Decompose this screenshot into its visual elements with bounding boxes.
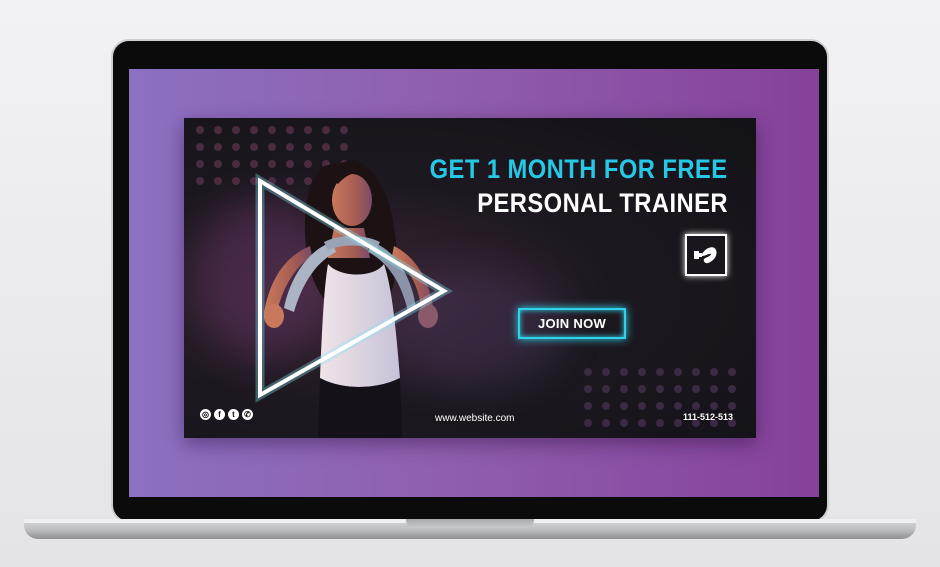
headline-service: PERSONAL TRAINER xyxy=(477,188,728,218)
gym-logo xyxy=(685,234,727,276)
social-links: ◎ f t ✆ xyxy=(200,409,253,420)
neon-triangle xyxy=(255,173,453,403)
headline-offer: GET 1 MONTH FOR FREE xyxy=(430,154,728,184)
promo-banner: GET 1 MONTH FOR FREE PERSONAL TRAINER JO… xyxy=(184,118,756,438)
whatsapp-icon[interactable]: ✆ xyxy=(242,409,253,420)
laptop-notch xyxy=(406,519,534,528)
instagram-icon[interactable]: ◎ xyxy=(200,409,211,420)
twitter-icon[interactable]: t xyxy=(228,409,239,420)
website-link[interactable]: www.website.com xyxy=(435,413,514,424)
muscle-arm-icon xyxy=(694,247,717,264)
phone-number: 111-512-513 xyxy=(683,412,734,422)
facebook-icon[interactable]: f xyxy=(214,409,225,420)
join-now-button[interactable]: JOIN NOW xyxy=(518,308,626,339)
